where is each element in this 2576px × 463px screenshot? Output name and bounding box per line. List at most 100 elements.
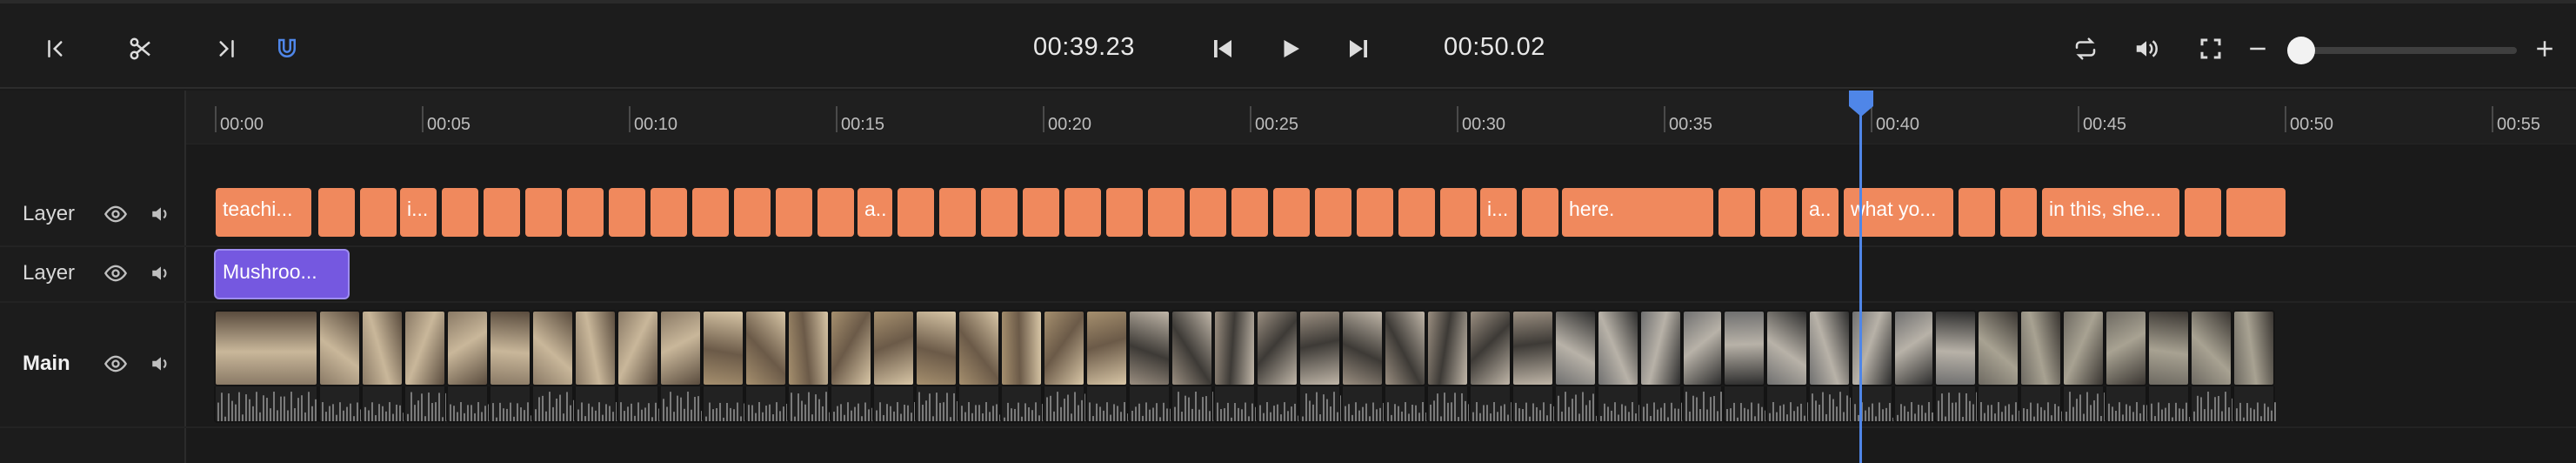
video-frame-thumbnail[interactable] — [702, 310, 744, 386]
zoom-out-button[interactable] — [2237, 28, 2279, 70]
video-frame-thumbnail[interactable] — [1893, 310, 1934, 386]
caption-clip[interactable]: a.. — [856, 186, 894, 238]
caption-clip[interactable]: teachi... — [214, 186, 313, 238]
caption-clip[interactable] — [732, 186, 772, 238]
split-clip-button[interactable] — [120, 28, 162, 70]
video-frame-thumbnail[interactable] — [1851, 310, 1893, 386]
video-frame-thumbnail[interactable] — [1341, 310, 1384, 386]
caption-clip[interactable] — [896, 186, 936, 238]
video-frame-thumbnail[interactable] — [1043, 310, 1085, 386]
video-frame-thumbnail[interactable] — [1682, 310, 1723, 386]
video-frame-thumbnail[interactable] — [1426, 310, 1469, 386]
zoom-slider-handle[interactable] — [2287, 37, 2315, 64]
video-frame-thumbnail[interactable] — [404, 310, 446, 386]
video-frame-thumbnail[interactable] — [1597, 310, 1639, 386]
video-frame-thumbnail[interactable] — [915, 310, 958, 386]
caption-clip[interactable] — [1717, 186, 1757, 238]
caption-clip[interactable]: a.. — [1800, 186, 1840, 238]
zoom-slider-track[interactable] — [2291, 47, 2517, 54]
jump-to-end-button[interactable] — [205, 28, 247, 70]
video-frame-thumbnail[interactable] — [531, 310, 574, 386]
eye-icon[interactable] — [103, 260, 129, 286]
video-frame-thumbnail[interactable] — [1639, 310, 1682, 386]
video-frame-thumbnail[interactable] — [1298, 310, 1341, 386]
caption-clip[interactable] — [1063, 186, 1103, 238]
video-frame-thumbnail[interactable] — [1000, 310, 1043, 386]
caption-clip[interactable] — [1520, 186, 1560, 238]
layer-clip[interactable]: Mushroo... — [214, 249, 350, 299]
video-frame-thumbnail[interactable] — [2019, 310, 2062, 386]
video-frame-thumbnail[interactable] — [2062, 310, 2105, 386]
video-frame-thumbnail[interactable] — [214, 310, 318, 386]
caption-clip[interactable] — [317, 186, 357, 238]
eye-icon[interactable] — [103, 201, 129, 227]
video-frame-thumbnail[interactable] — [787, 310, 830, 386]
caption-clip[interactable] — [482, 186, 522, 238]
video-frame-thumbnail[interactable] — [830, 310, 872, 386]
caption-clip[interactable]: i... — [398, 186, 438, 238]
volume-button[interactable] — [2126, 28, 2167, 70]
caption-clip[interactable] — [565, 186, 605, 238]
caption-clip[interactable] — [607, 186, 647, 238]
video-frame-thumbnail[interactable] — [1256, 310, 1298, 386]
video-frame-thumbnail[interactable] — [2232, 310, 2275, 386]
skip-back-button[interactable] — [1202, 28, 1244, 70]
fullscreen-button[interactable] — [2190, 28, 2232, 70]
caption-clip[interactable] — [774, 186, 814, 238]
speaker-icon[interactable] — [148, 201, 174, 227]
video-frame-thumbnail[interactable] — [872, 310, 915, 386]
caption-clip[interactable] — [358, 186, 398, 238]
caption-clip[interactable] — [1758, 186, 1799, 238]
caption-clip[interactable] — [938, 186, 978, 238]
caption-clip[interactable] — [816, 186, 856, 238]
video-frame-thumbnail[interactable] — [489, 310, 531, 386]
caption-clip[interactable] — [1146, 186, 1186, 238]
caption-clip[interactable] — [979, 186, 1019, 238]
video-frame-thumbnail[interactable] — [574, 310, 617, 386]
video-frame-thumbnail[interactable] — [1213, 310, 1256, 386]
caption-clip[interactable] — [1104, 186, 1145, 238]
skip-forward-button[interactable] — [1338, 28, 1379, 70]
eye-icon[interactable] — [103, 351, 129, 377]
video-frame-thumbnail[interactable] — [446, 310, 489, 386]
video-frame-thumbnail[interactable] — [1554, 310, 1597, 386]
video-frame-thumbnail[interactable] — [1765, 310, 1808, 386]
caption-clip[interactable]: in this, she... — [2040, 186, 2181, 238]
caption-clip[interactable] — [1438, 186, 1478, 238]
caption-clip[interactable] — [1355, 186, 1395, 238]
video-frame-thumbnail[interactable] — [318, 310, 361, 386]
zoom-in-button[interactable] — [2524, 28, 2566, 70]
speaker-icon[interactable] — [148, 351, 174, 377]
play-button[interactable] — [1270, 28, 1311, 70]
video-frame-thumbnail[interactable] — [1469, 310, 1512, 386]
caption-clip[interactable] — [1271, 186, 1311, 238]
caption-clip[interactable]: here. — [1560, 186, 1715, 238]
caption-clip[interactable] — [440, 186, 480, 238]
playhead-line[interactable] — [1859, 94, 1862, 463]
video-frame-thumbnail[interactable] — [1977, 310, 2019, 386]
video-frame-thumbnail[interactable] — [958, 310, 1000, 386]
caption-clip[interactable]: i... — [1478, 186, 1518, 238]
jump-to-start-button[interactable] — [35, 28, 77, 70]
video-frame-thumbnail[interactable] — [2147, 310, 2190, 386]
caption-clip[interactable] — [1957, 186, 1997, 238]
video-frame-thumbnail[interactable] — [1085, 310, 1128, 386]
caption-clip[interactable] — [1021, 186, 1061, 238]
caption-clip[interactable] — [1230, 186, 1270, 238]
caption-clip[interactable] — [691, 186, 731, 238]
video-frame-thumbnail[interactable] — [1934, 310, 1977, 386]
video-frame-thumbnail[interactable] — [1384, 310, 1426, 386]
caption-clip[interactable] — [1313, 186, 1353, 238]
caption-clip[interactable] — [524, 186, 564, 238]
video-frame-thumbnail[interactable] — [1512, 310, 1554, 386]
video-frame-thumbnail[interactable] — [1723, 310, 1765, 386]
loop-button[interactable] — [2065, 28, 2106, 70]
video-frame-thumbnail[interactable] — [744, 310, 787, 386]
caption-clip[interactable] — [1999, 186, 2039, 238]
snap-magnet-button[interactable] — [266, 28, 308, 70]
time-ruler[interactable]: 00:00 00:05 00:10 00:15 00:20 00:25 00:30 00:35… — [186, 91, 2576, 144]
video-frame-thumbnail[interactable] — [2105, 310, 2147, 386]
caption-clip[interactable] — [2183, 186, 2223, 238]
video-frame-thumbnail[interactable] — [1808, 310, 1851, 386]
caption-clip[interactable] — [1188, 186, 1228, 238]
